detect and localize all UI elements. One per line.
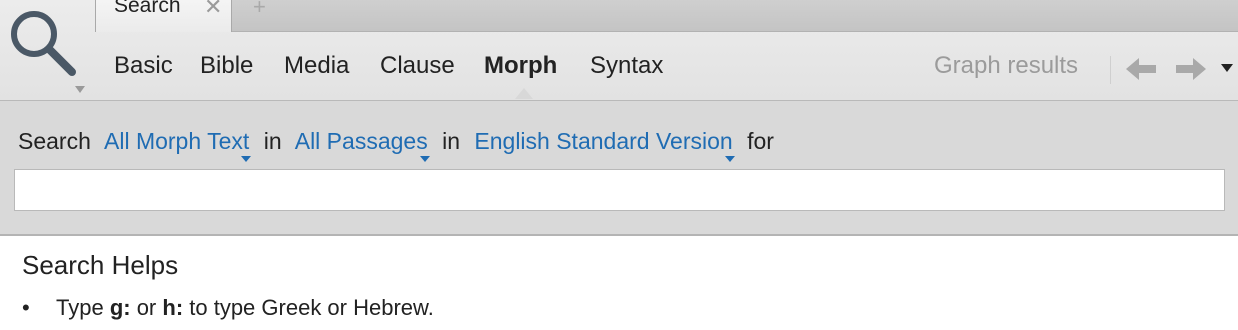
help-text-middle: or (130, 295, 163, 320)
tab-search[interactable]: Search ✕ (95, 0, 232, 32)
caret-down-icon (419, 156, 430, 162)
caret-down-icon (724, 156, 735, 162)
search-panel-header: Search ✕ + Basic Bible Media Clause Morp… (0, 0, 1238, 101)
active-tab-pointer (515, 88, 533, 99)
in-label: in (263, 128, 282, 154)
search-label: Search (18, 128, 91, 154)
help-text-prefix: Type (56, 295, 110, 320)
tab-strip-background (232, 0, 1238, 32)
greek-key: g: (109, 295, 131, 320)
version-dropdown[interactable]: English Standard Version (474, 128, 735, 162)
arrow-right-icon[interactable] (1174, 56, 1206, 82)
search-input[interactable] (14, 169, 1225, 211)
graph-results-button[interactable]: Graph results (934, 52, 1078, 80)
search-icon[interactable] (6, 4, 78, 76)
scope-dropdown-label: All Morph Text (104, 128, 250, 154)
arrow-left-icon[interactable] (1126, 56, 1158, 82)
search-helps-item: • Type g: or h: to type Greek or Hebrew. (22, 295, 434, 321)
triangle-down-icon[interactable] (1221, 64, 1233, 72)
range-dropdown-label: All Passages (294, 128, 428, 154)
for-label: for (747, 128, 774, 154)
version-dropdown-label: English Standard Version (474, 128, 733, 154)
tab-search-title: Search (114, 0, 181, 17)
tab-strip: Search ✕ + (95, 0, 1238, 32)
tab-syntax[interactable]: Syntax (590, 52, 663, 80)
range-dropdown[interactable]: All Passages (294, 128, 430, 162)
tab-clause[interactable]: Clause (380, 52, 455, 80)
in-label: in (442, 128, 460, 154)
scope-dropdown[interactable]: All Morph Text (104, 128, 252, 162)
query-builder: Search All Morph Text in All Passages in… (0, 101, 1238, 236)
toolbar-divider (1110, 56, 1111, 84)
tab-morph[interactable]: Morph (484, 52, 557, 80)
tab-bible[interactable]: Bible (200, 52, 253, 80)
query-sentence: Search All Morph Text in All Passages in… (18, 128, 782, 162)
help-text-suffix: to type Greek or Hebrew. (183, 295, 434, 320)
search-helps-title: Search Helps (22, 250, 179, 280)
new-tab-button[interactable]: + (253, 0, 266, 20)
bullet: • (22, 295, 30, 320)
tab-media[interactable]: Media (284, 52, 349, 80)
caret-down-icon (241, 156, 252, 162)
tab-basic[interactable]: Basic (114, 52, 173, 80)
chevron-down-icon[interactable] (75, 86, 85, 93)
close-icon[interactable]: ✕ (204, 0, 222, 20)
hebrew-key: h: (162, 295, 184, 320)
